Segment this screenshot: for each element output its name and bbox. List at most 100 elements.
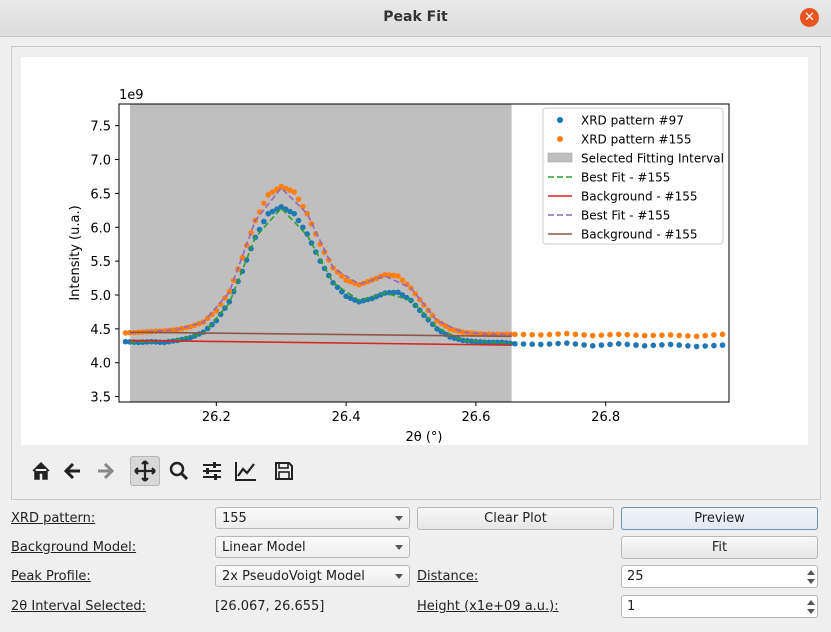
background-model-select[interactable]: Linear Model	[215, 536, 410, 558]
chevron-down-icon	[395, 545, 403, 550]
data-point-pattern-97	[641, 343, 648, 349]
y-axis-label: Intensity (u.a.)	[68, 205, 83, 300]
y-tick-label: 3.5	[90, 391, 111, 406]
spin-up-icon[interactable]	[807, 570, 815, 575]
data-point-pattern-97	[261, 218, 267, 225]
data-point-pattern-97	[719, 342, 726, 348]
data-point-pattern-97	[555, 340, 561, 347]
height-value: 1	[627, 599, 636, 614]
data-point-pattern-155	[529, 331, 535, 338]
legend-marker	[547, 152, 573, 163]
distance-spinbox[interactable]: 25	[621, 565, 818, 588]
chart-svg[interactable]: 26.2 26.4 26.6 26.8 3.5 4.0 4.5 5.0 5.5 6.0 6.5 7.0…	[21, 57, 808, 445]
data-point-pattern-155	[676, 332, 682, 339]
distance-label: Distance:	[417, 569, 479, 584]
data-point-pattern-155	[719, 331, 726, 338]
legend-label: XRD pattern #97	[581, 114, 684, 128]
y-tick-label: 6.5	[90, 187, 111, 202]
data-point-pattern-155	[685, 333, 691, 339]
data-point-pattern-97	[512, 341, 518, 347]
data-point-pattern-155	[555, 331, 561, 337]
configure-subplots-icon[interactable]	[197, 456, 227, 486]
y-tick-label: 7.5	[90, 120, 111, 135]
preview-button[interactable]: Preview	[621, 507, 818, 530]
data-point-pattern-97	[633, 342, 639, 348]
data-point-pattern-97	[598, 342, 605, 348]
save-icon[interactable]	[269, 456, 299, 486]
background-model-label: Background Model:	[11, 540, 137, 555]
legend-label: Selected Fitting Interval	[581, 152, 724, 166]
data-point-pattern-97	[667, 341, 674, 348]
data-point-pattern-155	[291, 189, 298, 195]
xrd-pattern-select[interactable]: 155	[215, 507, 410, 529]
forward-arrow-icon[interactable]	[90, 456, 120, 486]
chevron-down-icon	[395, 574, 403, 579]
data-point-pattern-155	[538, 332, 544, 338]
peak-profile-label: Peak Profile:	[11, 569, 91, 584]
data-point-pattern-155	[261, 200, 267, 207]
back-arrow-icon[interactable]	[58, 456, 88, 486]
fit-button[interactable]: Fit	[621, 536, 818, 559]
data-point-pattern-155	[624, 331, 631, 338]
x-tick-label: 26.6	[461, 410, 490, 425]
data-point-pattern-155	[395, 273, 401, 279]
zoom-icon[interactable]	[164, 456, 194, 486]
pan-icon[interactable]	[130, 456, 160, 486]
chart-figure[interactable]: 26.2 26.4 26.6 26.8 3.5 4.0 4.5 5.0 5.5 6.0 6.5 7.0…	[21, 57, 808, 445]
data-point-pattern-155	[641, 332, 648, 339]
data-point-pattern-97	[581, 342, 587, 348]
height-label: Height (x1e+09 a.u.):	[417, 599, 559, 614]
data-point-pattern-97	[693, 343, 700, 350]
data-point-pattern-155	[607, 331, 613, 338]
background-model-value: Linear Model	[222, 540, 306, 555]
data-point-pattern-155	[711, 332, 717, 338]
legend-label: Best Fit - #155	[581, 209, 670, 223]
title-bar: Peak Fit ✕	[0, 0, 831, 37]
peak-profile-select[interactable]: 2x PseudoVoigt Model	[215, 565, 410, 587]
data-point-pattern-97	[650, 342, 657, 349]
data-point-pattern-155	[702, 332, 708, 339]
data-point-pattern-97	[572, 341, 579, 347]
legend-label: Background - #155	[581, 190, 698, 204]
legend-marker	[557, 117, 563, 123]
interval-value: [26.067, 26.655]	[215, 599, 325, 614]
distance-value: 25	[627, 569, 644, 584]
xrd-pattern-value: 155	[222, 511, 247, 526]
home-icon[interactable]	[26, 456, 56, 486]
data-point-pattern-155	[564, 330, 570, 337]
spin-down-icon[interactable]	[807, 579, 815, 584]
data-point-pattern-97	[520, 341, 527, 347]
close-button[interactable]: ✕	[800, 8, 819, 27]
y-offset-label: 1e9	[119, 88, 144, 103]
y-tick-label: 7.0	[90, 154, 111, 169]
x-tick-label: 26.8	[591, 410, 620, 425]
clear-plot-button[interactable]: Clear Plot	[417, 507, 614, 530]
fitting-interval-span	[130, 104, 512, 402]
data-point-pattern-97	[659, 342, 665, 348]
data-point-pattern-155	[520, 331, 527, 338]
spin-down-icon[interactable]	[807, 609, 815, 614]
data-point-pattern-155	[659, 332, 665, 339]
data-point-pattern-155	[667, 332, 674, 338]
xrd-pattern-label: XRD pattern:	[11, 511, 96, 526]
legend-marker	[557, 136, 563, 142]
data-point-pattern-97	[676, 342, 682, 348]
data-point-pattern-155	[339, 273, 345, 279]
spin-up-icon[interactable]	[807, 600, 815, 605]
data-point-pattern-97	[702, 343, 708, 349]
data-point-pattern-155	[572, 331, 579, 338]
edit-axis-icon[interactable]	[231, 456, 261, 486]
data-point-pattern-155	[598, 332, 605, 339]
data-point-pattern-155	[295, 196, 302, 203]
interval-label: 2θ Interval Selected:	[11, 599, 147, 614]
data-point-pattern-97	[291, 210, 298, 217]
data-point-pattern-97	[546, 341, 553, 347]
data-point-pattern-155	[248, 230, 254, 236]
data-point-pattern-97	[624, 341, 631, 348]
data-point-pattern-97	[607, 341, 613, 348]
data-point-pattern-155	[546, 331, 553, 338]
data-point-pattern-97	[589, 343, 596, 349]
data-point-pattern-97	[529, 341, 535, 348]
data-point-pattern-155	[693, 333, 700, 340]
height-spinbox[interactable]: 1	[621, 595, 818, 618]
